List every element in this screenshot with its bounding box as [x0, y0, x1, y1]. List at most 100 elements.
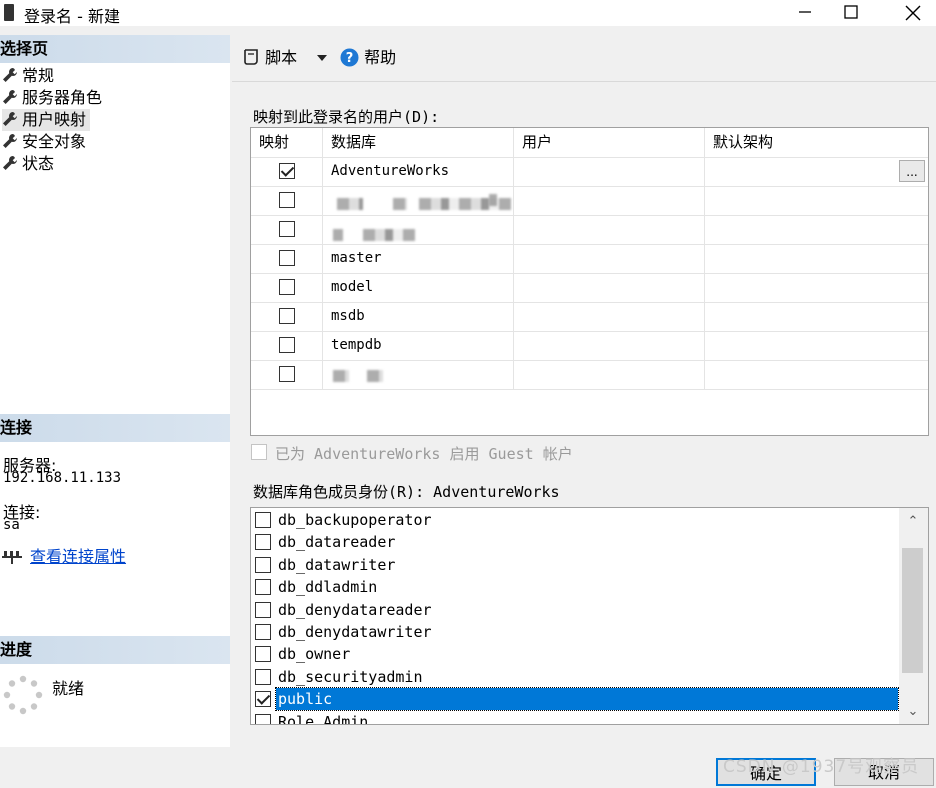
mapping-row[interactable]: msdb — [251, 302, 928, 332]
role-checkbox[interactable] — [255, 691, 271, 708]
nav-item-general[interactable]: 常规 — [2, 65, 54, 87]
mapping-row[interactable]: tempdb — [251, 331, 928, 361]
mapping-row[interactable] — [251, 360, 928, 390]
roles-caption: 数据库角色成员身份(R): AdventureWorks — [253, 483, 560, 501]
role-checkbox[interactable] — [255, 556, 271, 573]
mapping-row[interactable]: master — [251, 244, 928, 274]
mapping-row[interactable]: AdventureWorks... — [251, 157, 928, 187]
user-cell[interactable] — [514, 186, 705, 215]
database-cell: tempdb — [323, 331, 514, 360]
role-item[interactable]: db_denydatawriter — [253, 621, 899, 643]
role-item[interactable]: db_denydatareader — [253, 599, 899, 621]
map-checkbox[interactable] — [279, 366, 295, 382]
map-checkbox[interactable] — [279, 337, 295, 353]
map-checkbox[interactable] — [279, 279, 295, 295]
default-schema-cell[interactable] — [705, 215, 928, 244]
script-dropdown-arrow[interactable] — [317, 46, 327, 70]
col-header-database[interactable]: 数据库 — [323, 128, 514, 157]
window-title: 登录名 - 新建 — [24, 7, 120, 26]
connection-header: 连接 — [0, 414, 230, 442]
database-cell: master — [323, 244, 514, 273]
script-button[interactable]: 脚本 — [242, 46, 297, 70]
col-header-map[interactable]: 映射 — [251, 128, 323, 157]
role-item[interactable]: db_ddladmin — [253, 576, 899, 598]
nav-item-server-roles[interactable]: 服务器角色 — [2, 87, 102, 109]
map-cell — [251, 215, 323, 244]
progress-header: 进度 — [0, 636, 230, 664]
database-cell — [323, 360, 514, 389]
map-checkbox[interactable] — [279, 192, 295, 208]
role-checkbox[interactable] — [255, 624, 271, 640]
map-cell — [251, 273, 323, 302]
map-checkbox[interactable] — [279, 308, 295, 324]
mapping-row[interactable] — [251, 215, 928, 245]
chevron-down-icon — [317, 55, 327, 61]
app-icon — [4, 4, 14, 21]
map-checkbox[interactable] — [279, 221, 295, 237]
watermark: CSDN @1937号观察员 — [723, 757, 920, 777]
role-checkbox[interactable] — [255, 601, 271, 618]
map-checkbox[interactable] — [279, 163, 295, 179]
server-value: 192.168.11.133 — [3, 470, 122, 486]
select-page-header: 选择页 — [0, 35, 230, 63]
role-item[interactable]: db_securityadmin — [253, 666, 899, 688]
role-checkbox[interactable] — [255, 668, 271, 685]
col-header-default-schema[interactable]: 默认架构 — [705, 128, 928, 157]
close-button[interactable] — [890, 0, 936, 26]
role-item[interactable]: db_datareader — [253, 531, 899, 553]
role-checkbox[interactable] — [255, 646, 271, 663]
mapping-row[interactable]: model — [251, 273, 928, 303]
role-checkbox[interactable] — [255, 534, 271, 551]
role-item[interactable]: db_datawriter — [253, 554, 899, 576]
map-cell — [251, 302, 323, 331]
nav-item-status[interactable]: 状态 — [2, 153, 54, 175]
database-cell: msdb — [323, 302, 514, 331]
scroll-up-icon[interactable]: ⌃ — [905, 514, 921, 530]
role-name: public — [275, 687, 899, 712]
nav-item-securables[interactable]: 安全对象 — [2, 131, 86, 153]
help-icon: ? — [340, 48, 359, 67]
role-item[interactable]: public — [253, 687, 899, 712]
guest-label: 已为 AdventureWorks 启用 Guest 帐户 — [275, 445, 573, 463]
redacted-text — [489, 194, 497, 206]
scroll-down-icon[interactable]: ⌄ — [905, 704, 921, 720]
role-checkbox[interactable] — [255, 713, 271, 724]
scroll-thumb[interactable] — [902, 548, 923, 673]
default-schema-cell[interactable] — [705, 244, 928, 273]
role-item[interactable]: db_owner — [253, 643, 899, 665]
user-cell[interactable] — [514, 244, 705, 273]
default-schema-cell[interactable] — [705, 360, 928, 389]
view-connection-properties-link[interactable]: 查看连接属性 — [30, 543, 126, 567]
role-checkbox[interactable] — [255, 579, 271, 596]
help-button[interactable]: ? 帮助 — [340, 46, 396, 70]
nav-item-label: 安全对象 — [22, 132, 87, 151]
minimize-icon — [799, 11, 811, 13]
nav-item-user-mapping[interactable]: 用户映射 — [2, 109, 90, 131]
default-schema-cell[interactable] — [705, 273, 928, 302]
default-schema-cell[interactable] — [705, 331, 928, 360]
user-cell[interactable] — [514, 302, 705, 331]
roles-scrollbar[interactable]: ⌃ ⌄ — [899, 508, 928, 724]
default-schema-cell[interactable]: ... — [705, 157, 928, 186]
connection-value: sa — [3, 517, 20, 533]
user-cell[interactable] — [514, 331, 705, 360]
default-schema-cell[interactable] — [705, 186, 928, 215]
role-item[interactable]: Role_Admin — [253, 711, 899, 724]
maximize-button[interactable] — [828, 0, 874, 26]
database-cell — [323, 215, 514, 244]
minimize-button[interactable] — [782, 0, 828, 26]
col-header-user[interactable]: 用户 — [514, 128, 705, 157]
user-cell[interactable] — [514, 157, 705, 186]
mapping-row[interactable] — [251, 186, 928, 216]
role-item[interactable]: db_backupoperator — [253, 509, 899, 531]
user-cell[interactable] — [514, 215, 705, 244]
default-schema-cell[interactable] — [705, 302, 928, 331]
browse-schema-button[interactable]: ... — [899, 160, 925, 182]
role-name: db_backupoperator — [278, 511, 432, 529]
user-cell[interactable] — [514, 360, 705, 389]
map-checkbox[interactable] — [279, 250, 295, 266]
role-checkbox[interactable] — [255, 512, 271, 528]
wrench-icon — [3, 90, 17, 104]
user-cell[interactable] — [514, 273, 705, 302]
close-icon — [905, 5, 921, 21]
